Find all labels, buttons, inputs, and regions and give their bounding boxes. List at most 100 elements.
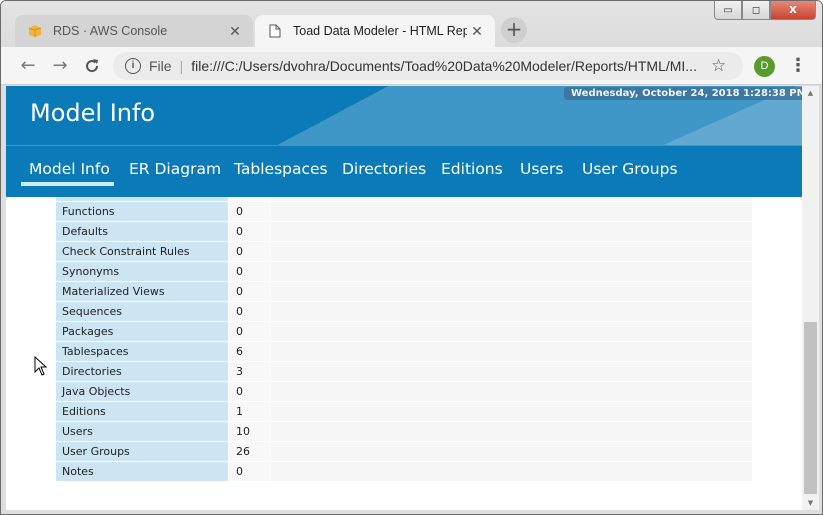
reload-button[interactable]	[81, 55, 103, 77]
table-row: Check Constraint Rules 0	[56, 242, 752, 262]
empty-cell	[270, 362, 752, 381]
row-value: 6	[228, 342, 270, 361]
table-row: Tablespaces 6	[56, 342, 752, 362]
empty-cell	[270, 282, 752, 301]
close-window-button[interactable]: X	[770, 1, 816, 20]
separator: |	[179, 58, 184, 74]
profile-avatar[interactable]: D	[754, 56, 775, 77]
browser-window: RDS · AWS Console ✕ Toad Data Modeler - …	[0, 0, 823, 515]
scroll-up-arrow-icon[interactable]: ▲	[802, 86, 819, 100]
page-viewport: Model Info Wednesday, October 24, 2018 1…	[6, 86, 802, 510]
row-value: 0	[228, 222, 270, 241]
nav-model-info[interactable]: Model Info	[29, 160, 110, 178]
tab-rds-aws-console[interactable]: RDS · AWS Console ✕	[15, 15, 253, 47]
row-label: Functions	[56, 202, 228, 221]
report-header: Model Info Wednesday, October 24, 2018 1…	[6, 86, 802, 145]
row-value: 0	[228, 262, 270, 281]
browser-toolbar: ← → i File | file:///C:/Users/dvohra/Doc…	[1, 47, 822, 85]
empty-cell	[270, 462, 752, 481]
empty-cell	[270, 242, 752, 261]
vertical-scrollbar[interactable]: ▲ ▼	[802, 86, 819, 510]
close-tab-icon[interactable]: ✕	[467, 23, 487, 40]
nav-editions[interactable]: Editions	[441, 160, 503, 178]
table-row: Functions 0	[56, 202, 752, 222]
label-cell	[56, 197, 228, 201]
reload-icon	[86, 59, 99, 73]
row-label: User Groups	[56, 442, 228, 461]
scrollbar-thumb[interactable]	[804, 322, 817, 494]
maximize-button[interactable]: ◻	[742, 1, 770, 20]
table-row: Sequences 0	[56, 302, 752, 322]
row-label: Defaults	[56, 222, 228, 241]
empty-cell	[270, 302, 752, 321]
tab-strip: RDS · AWS Console ✕ Toad Data Modeler - …	[1, 1, 822, 47]
row-value: 10	[228, 422, 270, 441]
address-bar[interactable]: i File | file:///C:/Users/dvohra/Documen…	[113, 52, 743, 80]
row-value: 0	[228, 382, 270, 401]
scroll-down-arrow-icon[interactable]: ▼	[802, 496, 819, 510]
mouse-cursor-icon	[34, 356, 48, 376]
empty-cell	[270, 382, 752, 401]
table-row: Packages 0	[56, 322, 752, 342]
row-label: Java Objects	[56, 382, 228, 401]
browser-menu-icon[interactable]: ⋮	[789, 55, 807, 77]
new-tab-button[interactable]: +	[501, 17, 527, 43]
row-label: Sequences	[56, 302, 228, 321]
empty-cell	[270, 322, 752, 341]
row-value: 0	[228, 462, 270, 481]
table-row: User Groups 26	[56, 442, 752, 462]
empty-cell	[270, 197, 752, 201]
close-tab-icon[interactable]: ✕	[225, 23, 245, 40]
back-button[interactable]: ←	[17, 55, 39, 77]
document-icon	[267, 23, 283, 39]
row-value: 0	[228, 202, 270, 221]
aws-box-icon	[27, 23, 43, 39]
model-info-table: Functions 0 Defaults 0 Check Constraint Rule…	[56, 197, 752, 482]
url-text[interactable]: file:///C:/Users/dvohra/Documents/Toad%2…	[191, 58, 711, 74]
row-value: 1	[228, 402, 270, 421]
table-row: Editions 1	[56, 402, 752, 422]
tab-toad-report[interactable]: Toad Data Modeler - HTML Repo ✕	[255, 15, 495, 47]
forward-button[interactable]: →	[49, 55, 71, 77]
report-timestamp: Wednesday, October 24, 2018 1:28:38 PM	[564, 87, 802, 100]
table-row: Notes 0	[56, 462, 752, 482]
table-row: Directories 3	[56, 362, 752, 382]
table-row: Defaults 0	[56, 222, 752, 242]
nav-users[interactable]: Users	[520, 160, 563, 178]
nav-directories[interactable]: Directories	[342, 160, 426, 178]
empty-cell	[270, 202, 752, 221]
empty-cell	[270, 442, 752, 461]
bookmark-star-icon[interactable]: ☆	[711, 56, 735, 76]
row-label: Packages	[56, 322, 228, 341]
info-icon[interactable]: i	[125, 58, 141, 74]
value-cell	[228, 197, 270, 201]
nav-er-diagram[interactable]: ER Diagram	[129, 160, 221, 178]
row-value: 3	[228, 362, 270, 381]
nav-user-groups[interactable]: User Groups	[582, 160, 678, 178]
row-label: Synonyms	[56, 262, 228, 281]
row-value: 0	[228, 302, 270, 321]
empty-cell	[270, 422, 752, 441]
window-controls: ▭ ◻ X	[714, 1, 816, 21]
row-label: Editions	[56, 402, 228, 421]
row-value: 0	[228, 242, 270, 261]
nav-tablespaces[interactable]: Tablespaces	[234, 160, 328, 178]
table-row: Java Objects 0	[56, 382, 752, 402]
row-value: 26	[228, 442, 270, 461]
row-label: Materialized Views	[56, 282, 228, 301]
empty-cell	[270, 402, 752, 421]
report-nav: Model Info ER Diagram Tablespaces Direct…	[6, 145, 802, 197]
row-label: Tablespaces	[56, 342, 228, 361]
row-label: Notes	[56, 462, 228, 481]
scheme-label: File	[149, 58, 172, 74]
row-label: Check Constraint Rules	[56, 242, 228, 261]
active-nav-indicator	[21, 182, 114, 186]
row-label: Users	[56, 422, 228, 441]
tab-label: RDS · AWS Console	[53, 24, 168, 38]
table-row: Synonyms 0	[56, 262, 752, 282]
table-row: Users 10	[56, 422, 752, 442]
table-row: Materialized Views 0	[56, 282, 752, 302]
tab-label: Toad Data Modeler - HTML Repo	[293, 24, 467, 38]
row-value: 0	[228, 322, 270, 341]
minimize-button[interactable]: ▭	[714, 1, 742, 20]
